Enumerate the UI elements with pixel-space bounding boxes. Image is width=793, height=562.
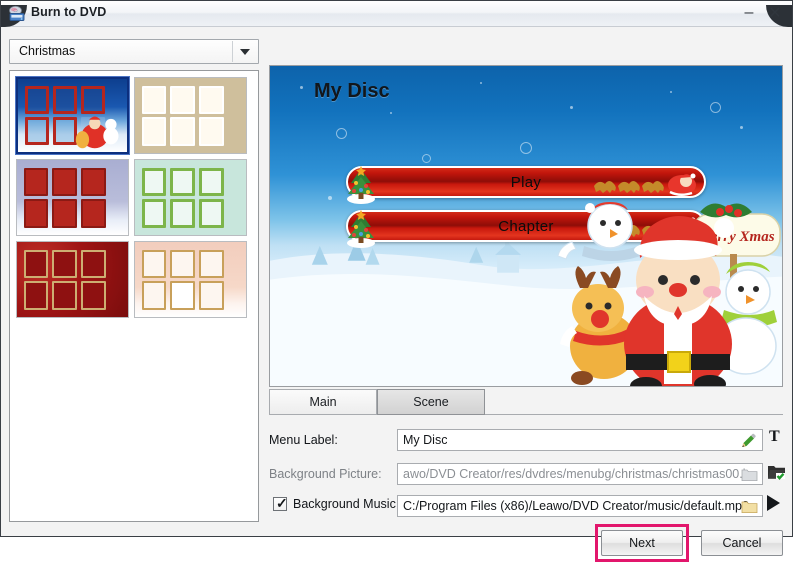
- tab-main-label: Main: [309, 395, 337, 409]
- dvd-disc-icon: [9, 5, 25, 21]
- template-thumbnail-3[interactable]: [134, 159, 247, 236]
- chevron-down-icon[interactable]: [232, 41, 257, 62]
- background-picture-value: awo/DVD Creator/res/dvdres/menubg/christ…: [403, 467, 746, 481]
- santa-scene-illustration: Merry Xmas: [557, 202, 781, 386]
- background-music-caption: Background Music:: [293, 497, 400, 511]
- christmas-tree-icon: [347, 210, 375, 248]
- background-music-checkbox[interactable]: ✓: [273, 495, 288, 511]
- checkmark-icon: ✓: [276, 495, 288, 511]
- tab-main[interactable]: Main: [269, 389, 377, 415]
- next-button-label: Next: [629, 536, 655, 550]
- menu-label-input[interactable]: My Disc: [397, 429, 763, 451]
- preview-tabs: Main Scene: [269, 389, 783, 415]
- folder-icon[interactable]: [741, 498, 758, 515]
- preview-play-label: Play: [510, 173, 542, 191]
- background-picture-caption: Background Picture:: [269, 467, 382, 481]
- menu-preview[interactable]: My Disc Play Chapter Merry Xmas: [269, 65, 783, 387]
- text-format-T-icon[interactable]: T: [769, 428, 780, 446]
- template-thumbnail-4[interactable]: [16, 241, 129, 318]
- template-category-value: Christmas: [19, 44, 76, 58]
- tabs-baseline: [485, 414, 783, 415]
- pencil-icon[interactable]: [740, 433, 756, 449]
- close-button[interactable]: ✕: [764, 3, 786, 23]
- santa-sleigh-icon: [594, 173, 696, 196]
- play-triangle-icon[interactable]: [767, 495, 780, 511]
- background-music-value: C:/Program Files (x86)/Leawo/DVD Creator…: [403, 499, 749, 513]
- background-picture-input[interactable]: awo/DVD Creator/res/dvdres/menubg/christ…: [397, 463, 763, 485]
- cancel-button[interactable]: Cancel: [701, 530, 783, 556]
- template-thumbnail-list[interactable]: [9, 70, 259, 522]
- template-thumbnail-5[interactable]: [134, 241, 247, 318]
- menu-label-value: My Disc: [403, 433, 448, 447]
- menu-label-caption: Menu Label:: [269, 433, 338, 447]
- minimize-button[interactable]: –: [738, 3, 760, 31]
- christmas-tree-icon: [347, 166, 375, 204]
- next-button[interactable]: Next: [601, 530, 683, 556]
- tab-scene[interactable]: Scene: [377, 389, 485, 415]
- template-thumbnail-1[interactable]: [134, 77, 247, 154]
- preview-play-button[interactable]: Play: [346, 166, 706, 204]
- dialog-body: Christmas My Disc Play Chapter Merry Xma…: [1, 27, 792, 562]
- cancel-button-label: Cancel: [722, 536, 762, 550]
- burn-to-dvd-window: Burn to DVD – ✕ Christmas My Disc Play C…: [0, 0, 793, 562]
- window-title: Burn to DVD: [31, 5, 107, 19]
- template-category-dropdown[interactable]: Christmas: [9, 39, 259, 64]
- template-thumbnail-0[interactable]: [15, 76, 130, 155]
- folder-icon[interactable]: [741, 466, 758, 483]
- template-thumbnail-2[interactable]: [16, 159, 129, 236]
- tab-scene-label: Scene: [413, 395, 449, 409]
- open-folder-check-icon[interactable]: [767, 463, 786, 480]
- title-bar: Burn to DVD – ✕: [1, 1, 792, 27]
- background-music-input[interactable]: C:/Program Files (x86)/Leawo/DVD Creator…: [397, 495, 763, 517]
